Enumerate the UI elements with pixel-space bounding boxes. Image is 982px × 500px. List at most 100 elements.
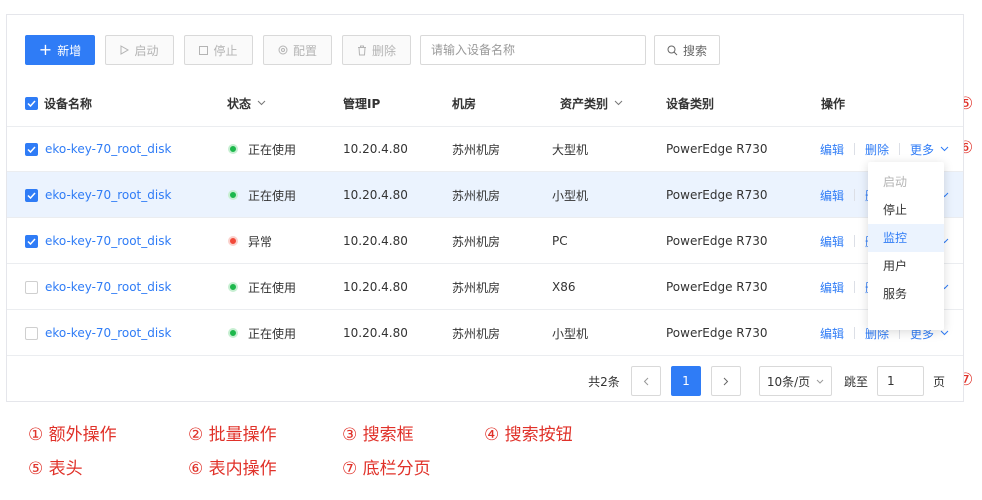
header-status-label: 状态 bbox=[227, 96, 252, 111]
cell-ip: 10.20.4.80 bbox=[343, 234, 408, 248]
check-icon bbox=[27, 145, 36, 153]
stop-button-label: 停止 bbox=[213, 43, 238, 58]
chevron-right-icon bbox=[723, 377, 729, 385]
start-button-label: 启动 bbox=[134, 43, 159, 58]
cell-asset: 小型机 bbox=[552, 188, 589, 203]
next-page-button[interactable] bbox=[711, 366, 741, 396]
header-status[interactable]: 状态 bbox=[227, 80, 266, 126]
divider bbox=[854, 281, 856, 293]
status-dot-icon bbox=[228, 144, 238, 154]
legend-7: ⑦ 底栏分页 bbox=[342, 459, 431, 479]
delete-button-label: 删除 bbox=[371, 43, 396, 58]
table-row[interactable]: eko-key-70_root_disk 正在使用 10.20.4.80 苏州机房 小型… bbox=[7, 172, 963, 218]
legend-1: ① 额外操作 bbox=[28, 425, 117, 445]
row-checkbox[interactable] bbox=[25, 142, 38, 156]
cell-room: 苏州机房 bbox=[452, 280, 501, 295]
stop-button[interactable]: 停止 bbox=[184, 35, 253, 65]
select-all-checkbox[interactable] bbox=[25, 96, 38, 110]
dropdown-item-user[interactable]: 用户 bbox=[868, 252, 944, 280]
row-more-link[interactable]: 更多 bbox=[910, 141, 949, 158]
row-more-label: 更多 bbox=[910, 142, 935, 157]
jump-page-input[interactable]: 1 bbox=[877, 366, 924, 396]
check-icon bbox=[27, 191, 36, 199]
row-checkbox[interactable] bbox=[25, 188, 38, 202]
page-suffix: 页 bbox=[932, 374, 945, 389]
cell-asset: X86 bbox=[552, 280, 576, 294]
table-row[interactable]: eko-key-70_root_disk 正在使用 10.20.4.80 苏州机房 大型… bbox=[7, 126, 963, 172]
device-name-link[interactable]: eko-key-70_root_disk bbox=[45, 188, 171, 202]
row-edit-link[interactable]: 编辑 bbox=[820, 233, 844, 250]
device-name-link[interactable]: eko-key-70_root_disk bbox=[45, 142, 171, 156]
status-dot-icon bbox=[228, 328, 238, 338]
row-checkbox[interactable] bbox=[25, 280, 38, 294]
page-1-button[interactable]: 1 bbox=[671, 366, 701, 396]
cell-room: 苏州机房 bbox=[452, 326, 501, 341]
pagination-total: 共2条 bbox=[588, 374, 620, 389]
device-name-link[interactable]: eko-key-70_root_disk bbox=[45, 234, 171, 248]
divider bbox=[854, 235, 856, 247]
cell-ip: 10.20.4.80 bbox=[343, 280, 408, 294]
play-icon bbox=[120, 45, 130, 55]
status-dot-icon bbox=[228, 282, 238, 292]
cell-room: 苏州机房 bbox=[452, 142, 501, 157]
header-asset[interactable]: 资产类别 bbox=[560, 80, 623, 126]
row-edit-link[interactable]: 编辑 bbox=[820, 141, 844, 158]
dropdown-item-stop[interactable]: 停止 bbox=[868, 196, 944, 224]
gear-icon bbox=[278, 45, 288, 55]
chevron-left-icon bbox=[643, 377, 649, 385]
status-dot-icon bbox=[228, 190, 238, 200]
chevron-down-icon bbox=[816, 379, 824, 384]
dropdown-item-monitor[interactable]: 监控 bbox=[868, 224, 944, 252]
config-button[interactable]: 配置 bbox=[263, 35, 332, 65]
config-button-label: 配置 bbox=[292, 43, 317, 58]
table-row[interactable]: eko-key-70_root_disk 正在使用 10.20.4.80 苏州机房 X8… bbox=[7, 264, 963, 310]
cell-ip: 10.20.4.80 bbox=[343, 188, 408, 202]
cell-type: PowerEdge R730 bbox=[666, 280, 768, 294]
divider bbox=[899, 143, 901, 155]
chevron-down-icon bbox=[257, 100, 266, 106]
legend-2: ② 批量操作 bbox=[188, 425, 277, 445]
table-row[interactable]: eko-key-70_root_disk 异常 10.20.4.80 苏州机房 PC Po… bbox=[7, 218, 963, 264]
start-button[interactable]: 启动 bbox=[105, 35, 174, 65]
add-button-label: 新增 bbox=[57, 43, 82, 58]
cell-asset: 大型机 bbox=[552, 142, 589, 157]
row-checkbox[interactable] bbox=[25, 326, 38, 340]
cell-type: PowerEdge R730 bbox=[666, 188, 768, 202]
cell-status: 异常 bbox=[228, 218, 272, 264]
check-icon bbox=[27, 237, 36, 245]
row-edit-link[interactable]: 编辑 bbox=[820, 187, 844, 204]
legend-4: ④ 搜索按钮 bbox=[484, 425, 573, 445]
search-button[interactable]: 搜索 bbox=[654, 35, 720, 65]
prev-page-button[interactable] bbox=[631, 366, 661, 396]
header-type: 设备类别 bbox=[666, 96, 715, 111]
chevron-down-icon bbox=[940, 330, 949, 336]
device-name-link[interactable]: eko-key-70_root_disk bbox=[45, 280, 171, 294]
legend-3: ③ 搜索框 bbox=[342, 425, 414, 445]
device-name-link[interactable]: eko-key-70_root_disk bbox=[45, 326, 171, 340]
delete-button[interactable]: 删除 bbox=[342, 35, 411, 65]
search-input[interactable] bbox=[420, 35, 646, 65]
row-checkbox[interactable] bbox=[25, 234, 38, 248]
dropdown-item-start: 启动 bbox=[883, 175, 908, 189]
cell-name: eko-key-70_root_disk bbox=[25, 264, 171, 310]
page-size-select[interactable]: 10条/页 bbox=[759, 366, 832, 396]
check-icon bbox=[27, 99, 36, 107]
cell-ip: 10.20.4.80 bbox=[343, 326, 408, 340]
dropdown-item-service[interactable]: 服务 bbox=[868, 280, 944, 308]
add-button[interactable]: + 新增 bbox=[25, 35, 95, 65]
table-row[interactable]: eko-key-70_root_disk 正在使用 10.20.4.80 苏州机房 小型… bbox=[7, 310, 963, 356]
cell-status: 正在使用 bbox=[228, 126, 296, 172]
row-edit-link[interactable]: 编辑 bbox=[820, 279, 844, 296]
row-delete-link[interactable]: 删除 bbox=[865, 141, 889, 158]
chevron-down-icon bbox=[614, 100, 623, 106]
header-name-label: 设备名称 bbox=[44, 96, 93, 111]
cell-asset: PC bbox=[552, 234, 568, 248]
plus-icon: + bbox=[38, 40, 53, 59]
cell-name: eko-key-70_root_disk bbox=[25, 310, 171, 356]
status-text: 正在使用 bbox=[248, 280, 297, 295]
status-text: 正在使用 bbox=[248, 326, 297, 341]
header-name: 设备名称 bbox=[25, 80, 92, 126]
cell-asset: 小型机 bbox=[552, 326, 589, 341]
row-edit-link[interactable]: 编辑 bbox=[820, 325, 844, 342]
cell-ip: 10.20.4.80 bbox=[343, 142, 408, 156]
